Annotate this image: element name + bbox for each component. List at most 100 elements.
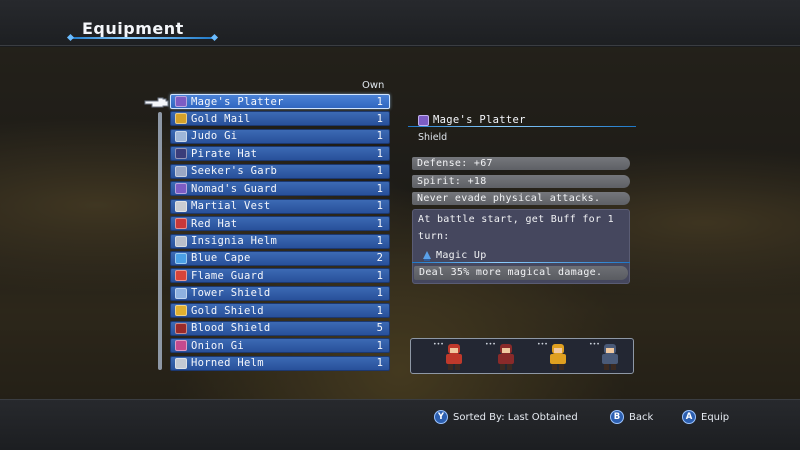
top-bar: Equipment — [0, 0, 800, 46]
list-item[interactable]: Flame Guard 1 — [170, 268, 390, 284]
item-quantity: 1 — [376, 269, 383, 282]
detail-name-text: Mage's Platter — [433, 114, 526, 126]
item-name: Tower Shield — [191, 287, 271, 300]
list-item[interactable]: Mage's Platter 1 — [170, 94, 390, 109]
item-quantity: 1 — [376, 200, 383, 213]
list-item[interactable]: Onion Gi 1 — [170, 338, 390, 354]
stat-property: Never evade physical attacks. — [412, 192, 630, 205]
title-underline — [70, 37, 215, 39]
cape-icon — [175, 252, 187, 264]
background-scene — [0, 47, 800, 399]
shield-icon — [175, 305, 187, 317]
list-item[interactable]: Nomad's Guard 1 — [170, 181, 390, 197]
item-name: Martial Vest — [191, 200, 271, 213]
item-name: Judo Gi — [191, 130, 238, 143]
list-item[interactable]: Gold Shield 1 — [170, 303, 390, 319]
item-name: Blood Shield — [191, 322, 271, 335]
effect-buff: Magic Up — [422, 250, 487, 261]
own-column-header: Own — [362, 80, 385, 91]
party-member-sprite[interactable] — [439, 341, 469, 372]
list-item[interactable]: Red Hat 1 — [170, 216, 390, 232]
stat-spirit: Spirit: +18 — [412, 175, 630, 188]
list-item[interactable]: Gold Mail 1 — [170, 111, 390, 127]
helm-icon — [175, 357, 187, 369]
page-title: Equipment — [82, 19, 184, 38]
effect-name: Magic Up — [436, 250, 487, 261]
shield-icon — [418, 114, 429, 126]
party-member-sprite[interactable] — [595, 341, 625, 372]
item-name: Pirate Hat — [191, 147, 258, 160]
armor-icon — [175, 113, 187, 125]
item-quantity: 1 — [376, 130, 383, 143]
item-quantity: 1 — [376, 339, 383, 352]
item-quantity: 1 — [376, 112, 383, 125]
bottom-bar — [0, 399, 800, 450]
vest-icon — [175, 200, 187, 212]
y-button-icon: Y — [434, 410, 448, 424]
item-quantity: 1 — [376, 357, 383, 370]
party-box: ••• ••• ••• ••• — [410, 338, 634, 374]
detail-underline — [408, 126, 636, 127]
hat-icon — [175, 148, 187, 160]
item-name: Horned Helm — [191, 357, 264, 370]
item-quantity: 1 — [376, 235, 383, 247]
item-quantity: 1 — [376, 147, 383, 160]
helm-icon — [175, 235, 187, 247]
party-member-sprite[interactable] — [543, 341, 573, 372]
item-name: Red Hat — [191, 217, 238, 230]
item-name: Seeker's Garb — [191, 165, 278, 178]
equip-label: Equip — [701, 411, 730, 423]
item-quantity: 1 — [376, 304, 383, 317]
item-name: Onion Gi — [191, 339, 244, 352]
list-item[interactable]: Blue Cape 2 — [170, 250, 390, 266]
list-item[interactable]: Blood Shield 5 — [170, 320, 390, 336]
list-scrollbar[interactable] — [158, 112, 162, 370]
shield-icon — [175, 96, 187, 107]
item-quantity: 1 — [376, 95, 383, 108]
party-member-sprite[interactable] — [491, 341, 521, 372]
list-item[interactable]: Judo Gi 1 — [170, 128, 390, 144]
back-label: Back — [629, 411, 654, 423]
item-name: Flame Guard — [191, 269, 264, 282]
item-quantity: 1 — [376, 287, 383, 300]
item-quantity: 1 — [376, 165, 383, 178]
gi-icon — [175, 130, 187, 142]
list-item[interactable]: Tower Shield 1 — [170, 285, 390, 301]
equip-hint[interactable]: A Equip — [682, 410, 729, 424]
effect-text: At battle start, get Buff for 1 turn: — [418, 214, 614, 242]
item-name: Gold Shield — [191, 304, 264, 317]
list-item[interactable]: Seeker's Garb 1 — [170, 163, 390, 179]
list-item[interactable]: Martial Vest 1 — [170, 198, 390, 214]
list-item[interactable]: Insignia Helm 1 — [170, 233, 390, 249]
gi-icon — [175, 340, 187, 352]
list-item[interactable]: Pirate Hat 1 — [170, 146, 390, 162]
shield-icon — [175, 183, 187, 195]
garb-icon — [175, 165, 187, 177]
stat-defense: Defense: +67 — [412, 157, 630, 170]
a-button-icon: A — [682, 410, 696, 424]
item-name: Insignia Helm — [191, 235, 278, 247]
sort-hint[interactable]: Y Sorted By: Last Obtained — [434, 410, 578, 424]
detail-item-type: Shield — [418, 132, 448, 143]
item-quantity: 2 — [376, 252, 383, 265]
hat-icon — [175, 218, 187, 230]
equipment-list: Mage's Platter 1 Gold Mail 1 Judo Gi 1 Pirate … — [170, 94, 390, 373]
b-button-icon: B — [610, 410, 624, 424]
item-name: Mage's Platter — [191, 95, 284, 108]
detail-item-name: Mage's Platter — [418, 114, 526, 126]
effect-underline — [412, 262, 630, 263]
back-hint[interactable]: B Back — [610, 410, 653, 424]
effect-description: Deal 35% more magical damage. — [414, 266, 628, 280]
item-quantity: 1 — [376, 217, 383, 230]
item-quantity: 5 — [376, 322, 383, 335]
shield-icon — [175, 322, 187, 334]
mage-buff-icon — [423, 250, 431, 261]
item-name: Gold Mail — [191, 112, 251, 125]
item-name: Nomad's Guard — [191, 182, 278, 195]
list-item[interactable]: Horned Helm 1 — [170, 355, 390, 371]
shield-icon — [175, 270, 187, 282]
sort-label: Sorted By: Last Obtained — [453, 411, 578, 423]
item-name: Blue Cape — [191, 252, 251, 265]
pointer-hand-icon — [144, 97, 169, 108]
item-quantity: 1 — [376, 182, 383, 195]
